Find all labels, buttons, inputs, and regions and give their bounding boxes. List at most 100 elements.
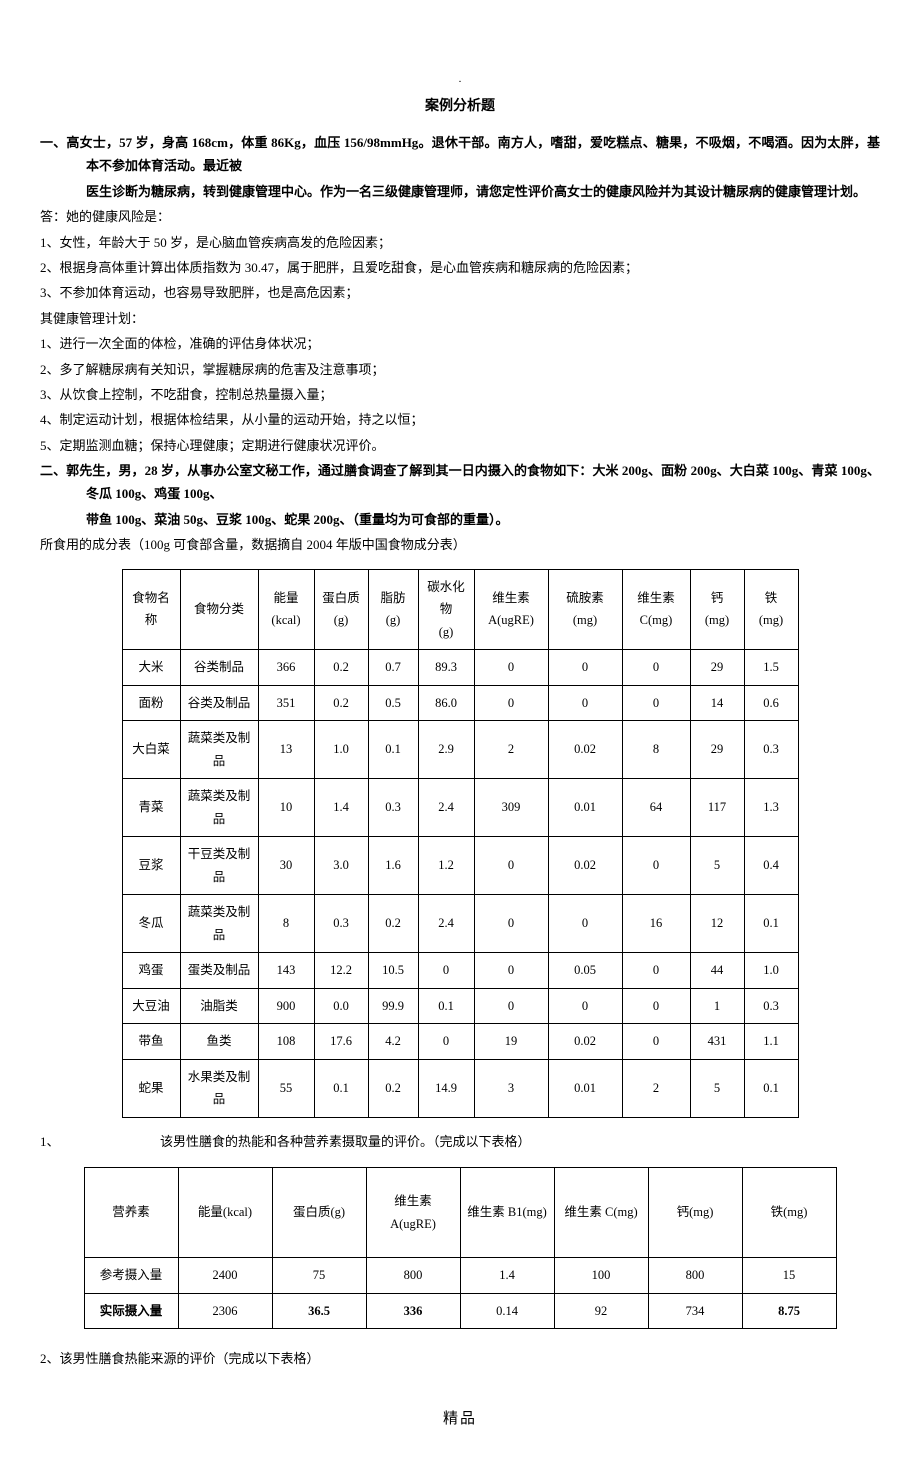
table-cell: 面粉	[122, 685, 180, 721]
table-cell: 44	[690, 953, 744, 989]
table-cell: 实际摄入量	[84, 1293, 178, 1329]
table-cell: 29	[690, 721, 744, 779]
col-iron: 铁(mg)	[742, 1168, 836, 1258]
table-row: 参考摄入量2400758001.410080015	[84, 1258, 836, 1294]
table-cell: 豆浆	[122, 837, 180, 895]
col-vit-c: 维生素 C(mg)	[554, 1168, 648, 1258]
table-cell: 0	[474, 650, 548, 686]
q2-stem-line2: 带鱼 100g、菜油 50g、豆浆 100g、蛇果 200g、（重量均为可食部的…	[40, 508, 880, 531]
table-cell: 0.2	[314, 685, 368, 721]
table-cell: 10.5	[368, 953, 418, 989]
table-row: 面粉谷类及制品3510.20.586.0000140.6	[122, 685, 798, 721]
table-cell: 蛋类及制品	[180, 953, 258, 989]
col-carb: 碳水化物 (g)	[418, 569, 474, 650]
table-cell: 0.1	[744, 1059, 798, 1117]
table-cell: 86.0	[418, 685, 474, 721]
table-cell: 351	[258, 685, 314, 721]
table-cell: 0.3	[314, 895, 368, 953]
q1-plan-3: 3、从饮食上控制，不吃甜食，控制总热量摄入量；	[40, 383, 880, 406]
col-vit-c: 维生素 C(mg)	[622, 569, 690, 650]
q1-plan-5: 5、定期监测血糖；保持心理健康；定期进行健康状况评价。	[40, 434, 880, 457]
table-cell: 0.3	[744, 988, 798, 1024]
table-cell: 143	[258, 953, 314, 989]
table-cell: 0.01	[548, 779, 622, 837]
table-cell: 2306	[178, 1293, 272, 1329]
table-cell: 0	[622, 1024, 690, 1060]
col-calcium: 钙(mg)	[648, 1168, 742, 1258]
q1-risk-3: 3、不参加体育运动，也容易导致肥胖，也是高危因素；	[40, 281, 880, 304]
table-cell: 0	[622, 650, 690, 686]
col-vit-a: 维生素 A(ugRE)	[366, 1168, 460, 1258]
table-cell: 0.1	[744, 895, 798, 953]
table-cell: 10	[258, 779, 314, 837]
col-thiamine: 硫胺素 (mg)	[548, 569, 622, 650]
table-cell: 水果类及制品	[180, 1059, 258, 1117]
table-cell: 900	[258, 988, 314, 1024]
table-cell: 30	[258, 837, 314, 895]
table-cell: 大米	[122, 650, 180, 686]
table-cell: 16	[622, 895, 690, 953]
q1-stem-line2: 医生诊断为糖尿病，转到健康管理中心。作为一名三级健康管理师，请您定性评价高女士的…	[40, 180, 880, 203]
table-cell: 1.5	[744, 650, 798, 686]
table-header-row: 营养素 能量(kcal) 蛋白质(g) 维生素 A(ugRE) 维生素 B1(m…	[84, 1168, 836, 1258]
table-cell: 带鱼	[122, 1024, 180, 1060]
table-cell: 0.05	[548, 953, 622, 989]
table-row: 大豆油油脂类9000.099.90.100010.3	[122, 988, 798, 1024]
table-cell: 0.14	[460, 1293, 554, 1329]
table-cell: 8	[622, 721, 690, 779]
col-fat: 脂肪 (g)	[368, 569, 418, 650]
col-food-name: 食物名称	[122, 569, 180, 650]
table-cell: 0	[548, 895, 622, 953]
table-cell: 冬瓜	[122, 895, 180, 953]
table-header-row: 食物名称 食物分类 能量 (kcal) 蛋白质(g) 脂肪 (g) 碳水化物 (…	[122, 569, 798, 650]
table-cell: 2	[622, 1059, 690, 1117]
col-vit-b1: 维生素 B1(mg)	[460, 1168, 554, 1258]
table-cell: 青菜	[122, 779, 180, 837]
table-cell: 800	[366, 1258, 460, 1294]
table-cell: 0	[474, 685, 548, 721]
col-iron: 铁 (mg)	[744, 569, 798, 650]
table-cell: 1.3	[744, 779, 798, 837]
table-cell: 0.02	[548, 837, 622, 895]
table-cell: 64	[622, 779, 690, 837]
table-cell: 0	[548, 685, 622, 721]
table-cell: 0.6	[744, 685, 798, 721]
table-cell: 谷类及制品	[180, 685, 258, 721]
table-row: 冬瓜蔬菜类及制品80.30.22.40016120.1	[122, 895, 798, 953]
q1-plan-1: 1、进行一次全面的体检，准确的评估身体状况；	[40, 332, 880, 355]
table-cell: 干豆类及制品	[180, 837, 258, 895]
q1-stem-line1: 一、高女士，57 岁，身高 168cm，体重 86Kg，血压 156/98mmH…	[40, 131, 880, 178]
table-cell: 8.75	[742, 1293, 836, 1329]
table-cell: 0	[622, 953, 690, 989]
table-cell: 100	[554, 1258, 648, 1294]
table-cell: 蔬菜类及制品	[180, 721, 258, 779]
col-food-category: 食物分类	[180, 569, 258, 650]
table-cell: 3	[474, 1059, 548, 1117]
col-energy: 能量 (kcal)	[258, 569, 314, 650]
table-cell: 0.2	[314, 650, 368, 686]
table-cell: 0	[474, 953, 548, 989]
table-cell: 参考摄入量	[84, 1258, 178, 1294]
nutrient-evaluation-table: 营养素 能量(kcal) 蛋白质(g) 维生素 A(ugRE) 维生素 B1(m…	[84, 1167, 837, 1329]
table-cell: 15	[742, 1258, 836, 1294]
table-cell: 117	[690, 779, 744, 837]
sub-q2-text: 2、该男性膳食热能来源的评价（完成以下表格）	[40, 1347, 880, 1370]
table-cell: 1	[690, 988, 744, 1024]
table-cell: 鸡蛋	[122, 953, 180, 989]
table-cell: 0.1	[314, 1059, 368, 1117]
table-cell: 1.0	[744, 953, 798, 989]
table-cell: 0	[548, 650, 622, 686]
table-cell: 1.1	[744, 1024, 798, 1060]
q1-plan-label: 其健康管理计划：	[40, 307, 880, 330]
table-cell: 2.4	[418, 895, 474, 953]
table-cell: 大白菜	[122, 721, 180, 779]
table-cell: 1.4	[314, 779, 368, 837]
table-cell: 1.4	[460, 1258, 554, 1294]
table-cell: 99.9	[368, 988, 418, 1024]
table-cell: 鱼类	[180, 1024, 258, 1060]
table-cell: 309	[474, 779, 548, 837]
table-cell: 0.02	[548, 721, 622, 779]
table-cell: 431	[690, 1024, 744, 1060]
table-cell: 大豆油	[122, 988, 180, 1024]
table-cell: 0	[622, 988, 690, 1024]
